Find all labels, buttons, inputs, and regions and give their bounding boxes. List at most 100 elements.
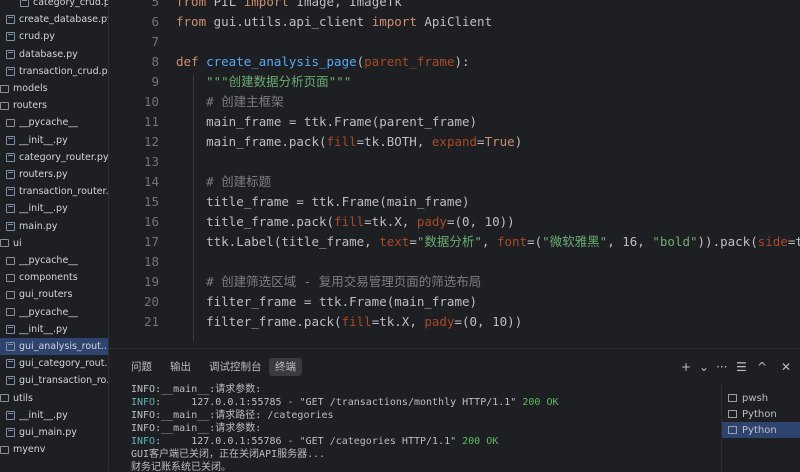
python-file-icon [6, 204, 15, 214]
folder-icon [0, 84, 9, 93]
code-text: filter_frame.pack(fill=tk.X, pady=(0, 10… [176, 312, 522, 332]
code-token: # 创建标题 [176, 174, 272, 189]
tree-folder[interactable]: __pycache__ [0, 114, 108, 131]
panel-layout-icon[interactable]: ☰ [736, 358, 747, 376]
code-token: filter_frame = ttk.Frame(main_frame) [176, 294, 478, 309]
code-token: side [757, 234, 788, 249]
code-text: main_frame.pack(fill=tk.BOTH, expand=Tru… [176, 132, 522, 152]
python-file-icon [6, 15, 15, 25]
code-line: 10 # 创建主框架 [109, 92, 800, 112]
tree-file[interactable]: gui_category_rout... [0, 355, 109, 372]
tree-file[interactable]: __init__.py [0, 321, 108, 338]
code-token: =( [527, 234, 543, 249]
chevron-down-icon[interactable]: ⌄ [699, 358, 709, 376]
terminal-token: INFO:__main__:请求参数: [131, 423, 262, 434]
code-line: 12 main_frame.pack(fill=tk.BOTH, expand=… [109, 132, 800, 152]
tree-file[interactable]: __init__.py [0, 132, 108, 149]
terminal-instance-label: Python [742, 424, 777, 436]
tree-file[interactable]: transaction_crud.py [0, 63, 109, 80]
code-token: ) [514, 134, 523, 149]
tree-folder[interactable]: __pycache__ [0, 304, 108, 321]
tree-file[interactable]: category_router.py [0, 149, 108, 166]
python-file-icon [20, 0, 29, 7]
tree-item-label: gui_category_rout... [19, 358, 109, 370]
terminal-instance[interactable]: Python [722, 422, 800, 438]
tree-file[interactable]: __init__.py [0, 200, 108, 217]
tree-item-label: __init__.py [19, 134, 68, 146]
line-number: 16 [143, 214, 159, 229]
tree-file[interactable]: database.py [0, 46, 108, 63]
tree-folder[interactable]: __pycache__ [0, 252, 108, 269]
plus-icon[interactable]: + [681, 358, 691, 376]
code-line: 14 # 创建标题 [109, 172, 800, 192]
line-number: 17 [143, 234, 159, 249]
code-token: main_frame = ttk.Frame(parent_frame) [176, 114, 478, 129]
tree-folder[interactable]: routers [0, 97, 108, 114]
panel-tab[interactable]: 问题 [125, 358, 158, 376]
terminal-token: : 127.0.0.1:55785 - "GET /transactions/m… [155, 397, 523, 408]
panel-tab[interactable]: 调试控制台 [203, 358, 268, 376]
code-token: """创建数据分析页面""" [176, 74, 352, 89]
code-editor[interactable]: 5 from PIL import Image, ImageTk 6 from gui… [109, 0, 800, 341]
tree-file[interactable]: category_crud.py [0, 0, 109, 11]
folder-icon [0, 239, 9, 248]
tree-item-label: transaction_crud.py [19, 65, 109, 77]
tree-folder[interactable]: gui_routers [0, 286, 108, 303]
code-token: parent_frame [364, 54, 455, 69]
tree-folder[interactable]: utils [0, 390, 108, 407]
terminal-instance[interactable]: pwsh [722, 390, 800, 406]
tree-item-label: database.py [19, 48, 78, 60]
terminal-token: INFO:__main__:请求路径: /categories [131, 410, 334, 421]
terminal-token: INFO [131, 397, 156, 408]
tree-file[interactable]: transaction_router... [0, 183, 108, 200]
panel-tab[interactable]: 输出 [164, 358, 197, 376]
code-token: filter_frame.pack( [176, 314, 342, 329]
tree-folder[interactable]: models [0, 80, 108, 97]
python-file-icon [6, 376, 15, 386]
panel-tab[interactable]: 终端 [269, 358, 302, 376]
code-text: title_frame = ttk.Frame(main_frame) [176, 192, 469, 212]
code-token: = [477, 134, 485, 149]
code-token: =(0, 10)) [454, 314, 523, 329]
chevron-up-icon[interactable]: ^ [757, 358, 767, 376]
terminal-token: INFO [131, 436, 156, 447]
code-token: from [176, 0, 214, 9]
terminal-token: : 127.0.0.1:55786 - "GET /categories HTT… [155, 436, 463, 447]
code-token: gui.utils.api_client [213, 14, 372, 29]
terminal-instance[interactable]: Python [722, 406, 800, 422]
tree-item-label: gui_main.py [19, 427, 77, 438]
tree-file[interactable]: main.py [0, 218, 108, 235]
tree-file[interactable]: __init__.py [0, 407, 108, 424]
ellipsis-icon[interactable]: ··· [716, 358, 727, 376]
code-token: PIL [213, 0, 244, 9]
code-token: "bold" [652, 234, 698, 249]
python-file-icon [6, 66, 15, 76]
folder-icon [0, 101, 9, 110]
code-token: fill [326, 134, 357, 149]
line-number: 9 [151, 74, 159, 89]
tree-file[interactable]: crud.py [0, 28, 108, 45]
close-icon[interactable]: ✕ [781, 358, 791, 376]
tree-folder[interactable]: ui [0, 235, 108, 252]
code-line: 9 """创建数据分析页面""" [109, 72, 800, 92]
python-file-icon [6, 342, 15, 351]
tree-file[interactable]: create_database.py [0, 11, 108, 28]
terminal-output[interactable]: INFO:__main__:请求参数: INFO: 127.0.0.1:55785… [131, 383, 711, 472]
tree-item-label: category_crud.py [33, 0, 109, 8]
tree-file[interactable]: gui_main.py [0, 424, 108, 441]
tree-file[interactable]: gui_analysis_rout... [0, 338, 108, 355]
code-token: pack( [720, 234, 758, 249]
code-text: filter_frame = ttk.Frame(main_frame) [176, 292, 477, 312]
code-token: # 创建筛选区域 - 复用交易管理页面的筛选布局 [176, 274, 482, 289]
python-file-icon [6, 359, 15, 369]
tree-item-label: models [13, 83, 48, 94]
python-file-icon [6, 32, 15, 42]
line-number: 6 [151, 14, 159, 29]
python-file-icon [6, 428, 15, 437]
tree-file[interactable]: routers.py [0, 166, 108, 183]
tree-file[interactable]: gui_transaction_ro... [0, 372, 108, 389]
tree-folder[interactable]: components [0, 269, 108, 286]
code-token: =tk.X, [371, 314, 425, 329]
code-token: font [496, 234, 528, 249]
tree-folder[interactable]: myenv [0, 441, 108, 458]
